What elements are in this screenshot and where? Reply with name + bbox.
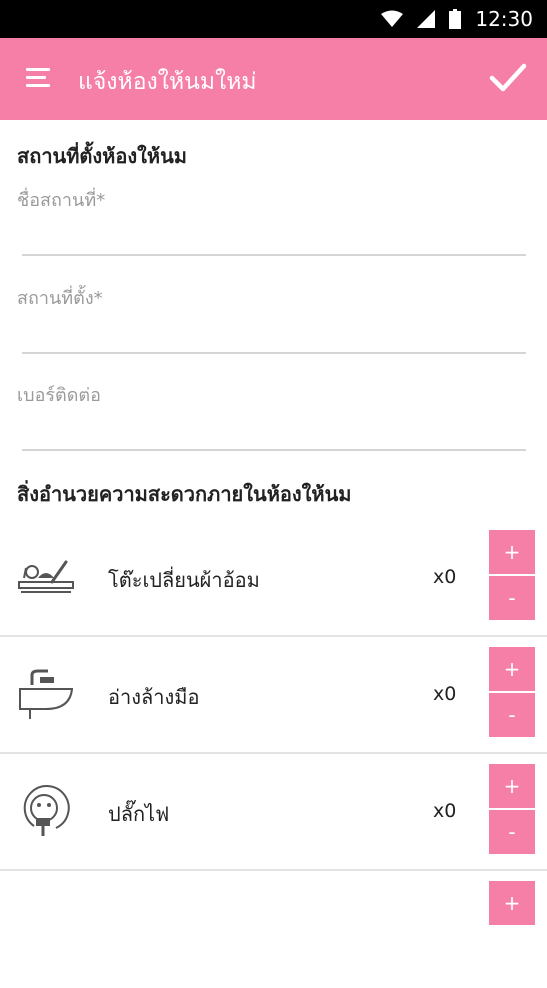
wifi-icon bbox=[381, 10, 404, 28]
increment-button[interactable]: + bbox=[489, 764, 535, 808]
status-time: 12:30 bbox=[475, 7, 533, 31]
amenity-row-power-plug: ปลั๊กไฟ x0 + - bbox=[0, 754, 547, 871]
amenity-name: อ่างล้างมือ bbox=[108, 685, 200, 709]
phone-input[interactable] bbox=[22, 417, 526, 447]
amenity-row-partial: + bbox=[0, 871, 547, 988]
amenity-name: ปลั๊กไฟ bbox=[108, 802, 170, 826]
decrement-button[interactable]: - bbox=[489, 810, 535, 854]
check-icon[interactable] bbox=[488, 60, 528, 96]
changing-table-icon bbox=[16, 548, 76, 604]
address-input[interactable] bbox=[22, 320, 526, 350]
app-bar: แจ้งห้องให้นมใหม่ bbox=[0, 38, 547, 120]
cell-signal-icon bbox=[417, 10, 436, 28]
increment-button[interactable]: + bbox=[489, 647, 535, 691]
place-name-underline bbox=[22, 254, 526, 256]
phone-label: เบอร์ติดต่อ bbox=[17, 385, 101, 406]
phone-underline bbox=[22, 449, 526, 451]
battery-icon bbox=[449, 9, 462, 29]
address-label: สถานที่ตั้ง* bbox=[17, 288, 103, 309]
status-bar: 12:30 bbox=[0, 0, 547, 38]
sink-icon bbox=[16, 665, 76, 721]
place-name-input[interactable] bbox=[22, 222, 526, 252]
power-plug-icon bbox=[16, 782, 76, 838]
place-name-label: ชื่อสถานที่* bbox=[17, 190, 106, 211]
amenity-count: x0 bbox=[433, 800, 457, 822]
location-section-title: สถานที่ตั้งห้องให้นม bbox=[17, 144, 187, 168]
increment-button[interactable]: + bbox=[489, 881, 535, 925]
increment-button[interactable]: + bbox=[489, 530, 535, 574]
amenity-count: x0 bbox=[433, 566, 457, 588]
decrement-button[interactable]: - bbox=[489, 576, 535, 620]
address-underline bbox=[22, 352, 526, 354]
hamburger-menu-icon[interactable] bbox=[26, 68, 50, 88]
amenities-section-title: สิ่งอำนวยความสะดวกภายในห้องให้นม bbox=[17, 482, 352, 506]
amenity-count: x0 bbox=[433, 683, 457, 705]
amenity-name: โต๊ะเปลี่ยนผ้าอ้อม bbox=[108, 568, 260, 592]
decrement-button[interactable]: - bbox=[489, 693, 535, 737]
amenity-row-changing-table: โต๊ะเปลี่ยนผ้าอ้อม x0 + - bbox=[0, 520, 547, 637]
amenity-row-sink: อ่างล้างมือ x0 + - bbox=[0, 637, 547, 754]
page-title: แจ้งห้องให้นมใหม่ bbox=[78, 69, 257, 95]
